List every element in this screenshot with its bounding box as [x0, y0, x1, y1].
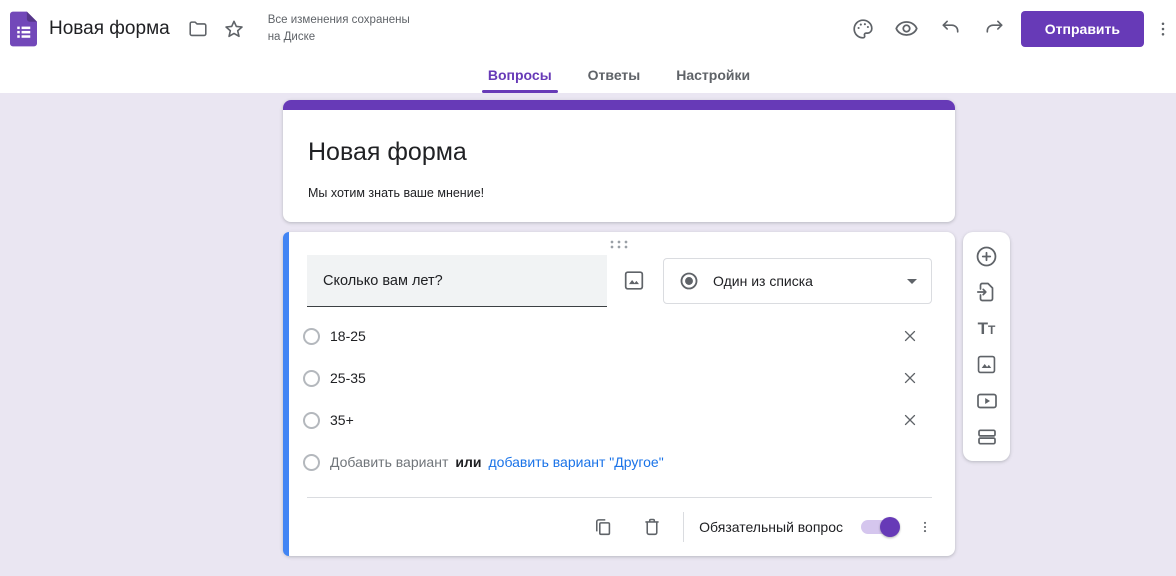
- duplicate-question-button[interactable]: [591, 515, 615, 539]
- folder-icon: [189, 20, 207, 36]
- import-questions-button[interactable]: [974, 279, 1000, 305]
- add-video-button[interactable]: [974, 388, 1000, 414]
- form-title[interactable]: Новая форма: [308, 138, 467, 167]
- import-icon: [976, 282, 993, 302]
- radio-circle-icon: [303, 453, 320, 471]
- option-row: 25-35: [303, 357, 931, 399]
- question-type-label: Один из списка: [713, 273, 813, 289]
- dropdown-caret-icon: [907, 278, 917, 284]
- close-icon: [904, 330, 916, 342]
- form-title-card: Новая форма Мы хотим знать ваше мнение!: [283, 100, 955, 222]
- send-button[interactable]: Отправить: [1020, 10, 1144, 47]
- form-description[interactable]: Мы хотим знать ваше мнение!: [308, 186, 484, 200]
- redo-button[interactable]: [977, 11, 1013, 47]
- active-question-indicator: [283, 232, 289, 556]
- drag-dots-icon: [610, 240, 628, 249]
- option-label[interactable]: 18-25: [330, 328, 900, 344]
- required-toggle[interactable]: [861, 516, 900, 537]
- radio-circle-icon: [303, 369, 320, 387]
- tab-questions-label: Вопросы: [487, 67, 552, 83]
- star-button[interactable]: [216, 11, 252, 47]
- tab-settings[interactable]: Настройки: [673, 57, 753, 93]
- add-option-button[interactable]: Добавить вариант: [330, 454, 448, 470]
- image-icon: [624, 270, 644, 290]
- question-card: Один из списка 18-25 25-35: [283, 232, 955, 556]
- radio-circle-icon: [303, 411, 320, 429]
- copy-icon: [596, 518, 611, 535]
- remove-option-button[interactable]: [900, 410, 920, 430]
- more-options-button[interactable]: [1154, 11, 1172, 47]
- preview-button[interactable]: [889, 11, 925, 47]
- question-footer: Обязательный вопрос: [307, 498, 932, 555]
- insert-toolbar: TT: [963, 232, 1010, 461]
- toggle-knob: [880, 516, 900, 537]
- question-more-options-button[interactable]: [918, 512, 932, 542]
- customize-theme-button[interactable]: [845, 11, 881, 47]
- tab-questions[interactable]: Вопросы: [481, 57, 558, 93]
- palette-icon: [853, 18, 873, 39]
- top-bar: Новая форма Все изменения сохранены на Д…: [0, 0, 1176, 57]
- google-forms-editor: Новая форма Все изменения сохранены на Д…: [0, 0, 1176, 576]
- save-status: Все изменения сохранены на Диске: [267, 14, 410, 43]
- close-icon: [904, 414, 916, 426]
- add-option-row: Добавить вариант или добавить вариант "Д…: [303, 441, 931, 483]
- add-title-description-button[interactable]: TT: [974, 315, 1000, 341]
- undo-button[interactable]: [933, 11, 969, 47]
- theme-accent-bar: [283, 100, 955, 110]
- footer-vertical-divider: [683, 511, 685, 542]
- drag-handle[interactable]: [608, 239, 631, 250]
- eye-icon: [895, 21, 918, 36]
- kebab-menu-icon: [1161, 21, 1165, 36]
- section-icon: [977, 429, 996, 445]
- tabs-bar: Вопросы Ответы Настройки: [0, 57, 1176, 93]
- or-label: или: [455, 454, 482, 470]
- forms-logo-icon: [10, 11, 37, 46]
- header-actions: [845, 11, 1013, 47]
- option-label[interactable]: 25-35: [330, 370, 900, 386]
- add-question-image-button[interactable]: [622, 268, 646, 292]
- add-other-option-link[interactable]: добавить вариант "Другое": [488, 454, 663, 470]
- option-row: 35+: [303, 399, 931, 441]
- delete-question-button[interactable]: [640, 515, 664, 539]
- add-section-button[interactable]: [974, 424, 1000, 450]
- question-type-dropdown[interactable]: Один из списка: [663, 258, 932, 304]
- star-icon: [224, 20, 243, 37]
- add-question-button[interactable]: [974, 243, 1000, 269]
- radio-checked-icon: [680, 272, 698, 290]
- kebab-menu-icon: [923, 521, 927, 532]
- plus-circle-icon: [976, 246, 997, 266]
- tab-answers-label: Ответы: [587, 67, 641, 83]
- question-text-input[interactable]: [307, 255, 607, 307]
- video-icon: [976, 393, 997, 409]
- forms-logo-button[interactable]: [10, 11, 37, 47]
- close-icon: [904, 372, 916, 384]
- add-image-button[interactable]: [974, 352, 1000, 378]
- form-canvas: Новая форма Мы хотим знать ваше мнение!: [0, 93, 1176, 576]
- required-question-label: Обязательный вопрос: [699, 518, 843, 535]
- trash-icon: [645, 518, 659, 535]
- image-icon: [977, 355, 996, 374]
- radio-circle-icon: [303, 327, 320, 345]
- undo-icon: [942, 20, 959, 33]
- redo-icon: [986, 20, 1003, 33]
- option-row: 18-25: [303, 315, 931, 357]
- tab-settings-label: Настройки: [676, 67, 751, 83]
- remove-option-button[interactable]: [900, 368, 920, 388]
- document-title[interactable]: Новая форма: [49, 18, 170, 40]
- remove-option-button[interactable]: [900, 326, 920, 346]
- text-Tt-icon: TT: [977, 318, 996, 338]
- tab-answers[interactable]: Ответы: [585, 57, 644, 93]
- option-label[interactable]: 35+: [330, 412, 900, 428]
- move-to-folder-button[interactable]: [180, 11, 216, 47]
